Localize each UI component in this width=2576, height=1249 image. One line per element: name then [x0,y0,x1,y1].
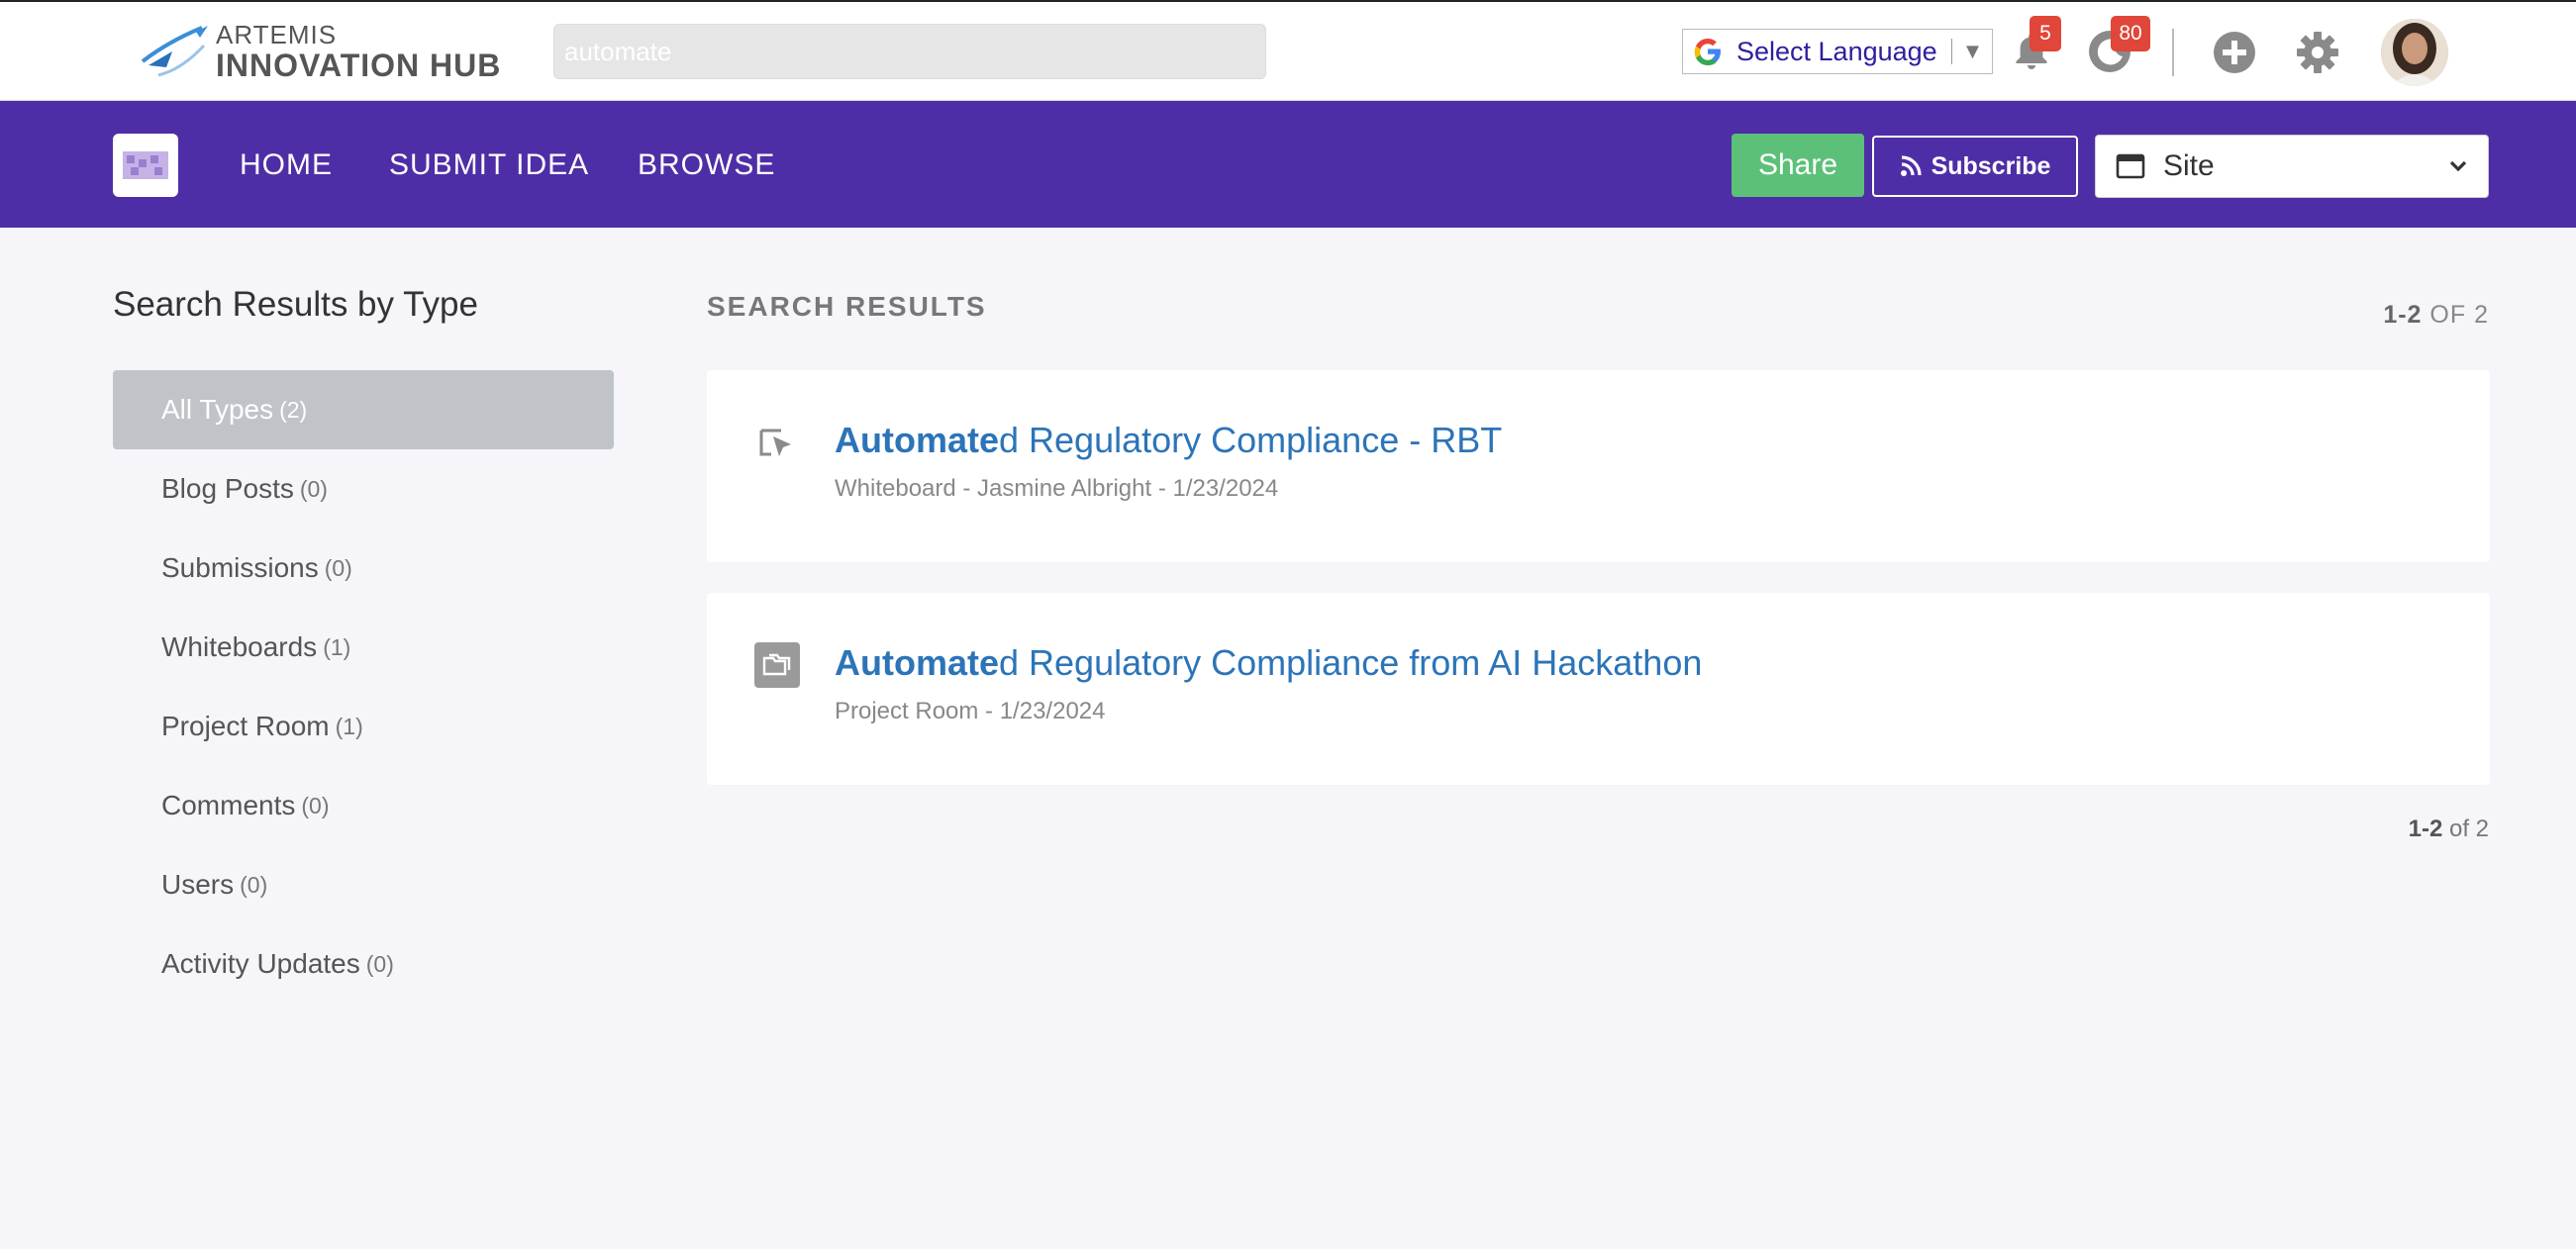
chevron-down-icon [2449,160,2467,172]
nav-home-link[interactable]: HOME [240,148,333,182]
site-scope-select[interactable]: Site [2095,135,2489,198]
rocket-logo-icon [141,26,208,77]
range-value: 1-2 [2408,816,2443,842]
subscribe-button[interactable]: Subscribe [1872,136,2078,197]
filter-count: (0) [365,950,394,977]
result-card: Automated Regulatory Compliance from AI … [707,593,2490,785]
project-room-icon [754,642,800,688]
main-nav: HOME SUBMIT IDEA BROWSE Share Subscribe … [0,101,2576,228]
filter-count: (2) [279,396,308,423]
window-icon [2116,153,2145,179]
user-avatar[interactable] [2381,19,2448,86]
logo-bottom-text: INNOVATION HUB [216,48,502,83]
filter-label: Blog Posts [161,473,294,504]
result-title-link[interactable]: Automated Regulatory Compliance from AI … [835,642,1702,684]
site-logo-icon [123,151,168,179]
filter-count: (1) [323,633,351,660]
language-label: Select Language [1736,36,1937,66]
filter-label: Activity Updates [161,948,360,979]
activity-badge: 80 [2111,16,2150,51]
filter-label: Submissions [161,552,319,583]
artemis-logo[interactable]: ARTEMIS INNOVATION HUB [139,20,501,83]
results-range-top: 1-2 OF 2 [2383,301,2489,330]
nav-submit-idea-link[interactable]: SUBMIT IDEA [389,148,589,182]
notifications-badge: 5 [2030,16,2061,51]
logo-top-text: ARTEMIS [216,20,338,49]
result-meta: Whiteboard - Jasmine Albright - 1/23/202… [835,475,1279,502]
plus-circle-icon [2214,32,2255,73]
filter-blog-posts[interactable]: Blog Posts (0) [113,449,614,528]
sidebar-title: Search Results by Type [113,285,478,324]
google-icon [1694,39,1721,65]
gear-icon [2297,32,2338,73]
result-title-rest: d Regulatory Compliance - RBT [999,420,1503,460]
result-title-highlight: Automate [835,420,1000,460]
filter-count: (0) [240,871,268,898]
filter-count: (0) [299,475,328,502]
filter-label: All Types [161,394,274,425]
whiteboard-icon [754,420,800,465]
filter-whiteboards[interactable]: Whiteboards (1) [113,608,614,687]
nav-browse-link[interactable]: BROWSE [638,148,775,182]
result-meta: Project Room - 1/23/2024 [835,698,1106,724]
site-select-value: Site [2163,149,2215,182]
filter-users[interactable]: Users (0) [113,845,614,924]
result-card: Automated Regulatory Compliance - RBT Wh… [707,370,2490,562]
result-title-rest: d Regulatory Compliance from AI Hackatho… [999,642,1703,683]
site-logo-button[interactable] [113,134,178,197]
settings-button[interactable] [2295,30,2340,75]
filter-label: Project Room [161,711,330,741]
filter-count: (0) [324,554,352,581]
range-total: OF 2 [2429,301,2489,329]
filter-label: Comments [161,790,296,820]
filter-project-room[interactable]: Project Room (1) [113,687,614,766]
share-button[interactable]: Share [1732,134,1864,197]
result-title-link[interactable]: Automated Regulatory Compliance - RBT [835,420,1502,461]
filter-submissions[interactable]: Submissions (0) [113,528,614,608]
language-divider [1950,39,1952,64]
filter-activity-updates[interactable]: Activity Updates (0) [113,924,614,1004]
language-select[interactable]: Select Language ▼ [1682,29,1993,74]
filter-all-types[interactable]: All Types (2) [113,370,614,449]
filter-label: Users [161,869,235,900]
filter-count: (0) [301,792,330,818]
rss-icon [1900,155,1922,176]
filter-count: (1) [335,713,363,739]
avatar-image [2381,19,2448,86]
header-divider [2172,29,2174,76]
range-total: of 2 [2448,816,2489,842]
search-input[interactable] [553,24,1266,79]
results-range-bottom: 1-2 of 2 [2409,816,2489,843]
results-title: SEARCH RESULTS [707,291,987,322]
result-type-filter-list: All Types (2) Blog Posts (0) Submissions (0… [113,370,614,1004]
top-bar: ARTEMIS INNOVATION HUB Select Language ▼… [0,0,2576,101]
filter-comments[interactable]: Comments (0) [113,766,614,845]
range-value: 1-2 [2383,301,2423,329]
result-title-highlight: Automate [835,642,1000,683]
filter-label: Whiteboards [161,631,318,662]
subscribe-label: Subscribe [1931,151,2051,180]
add-button[interactable] [2212,30,2257,75]
caret-down-icon: ▼ [1961,39,1984,63]
